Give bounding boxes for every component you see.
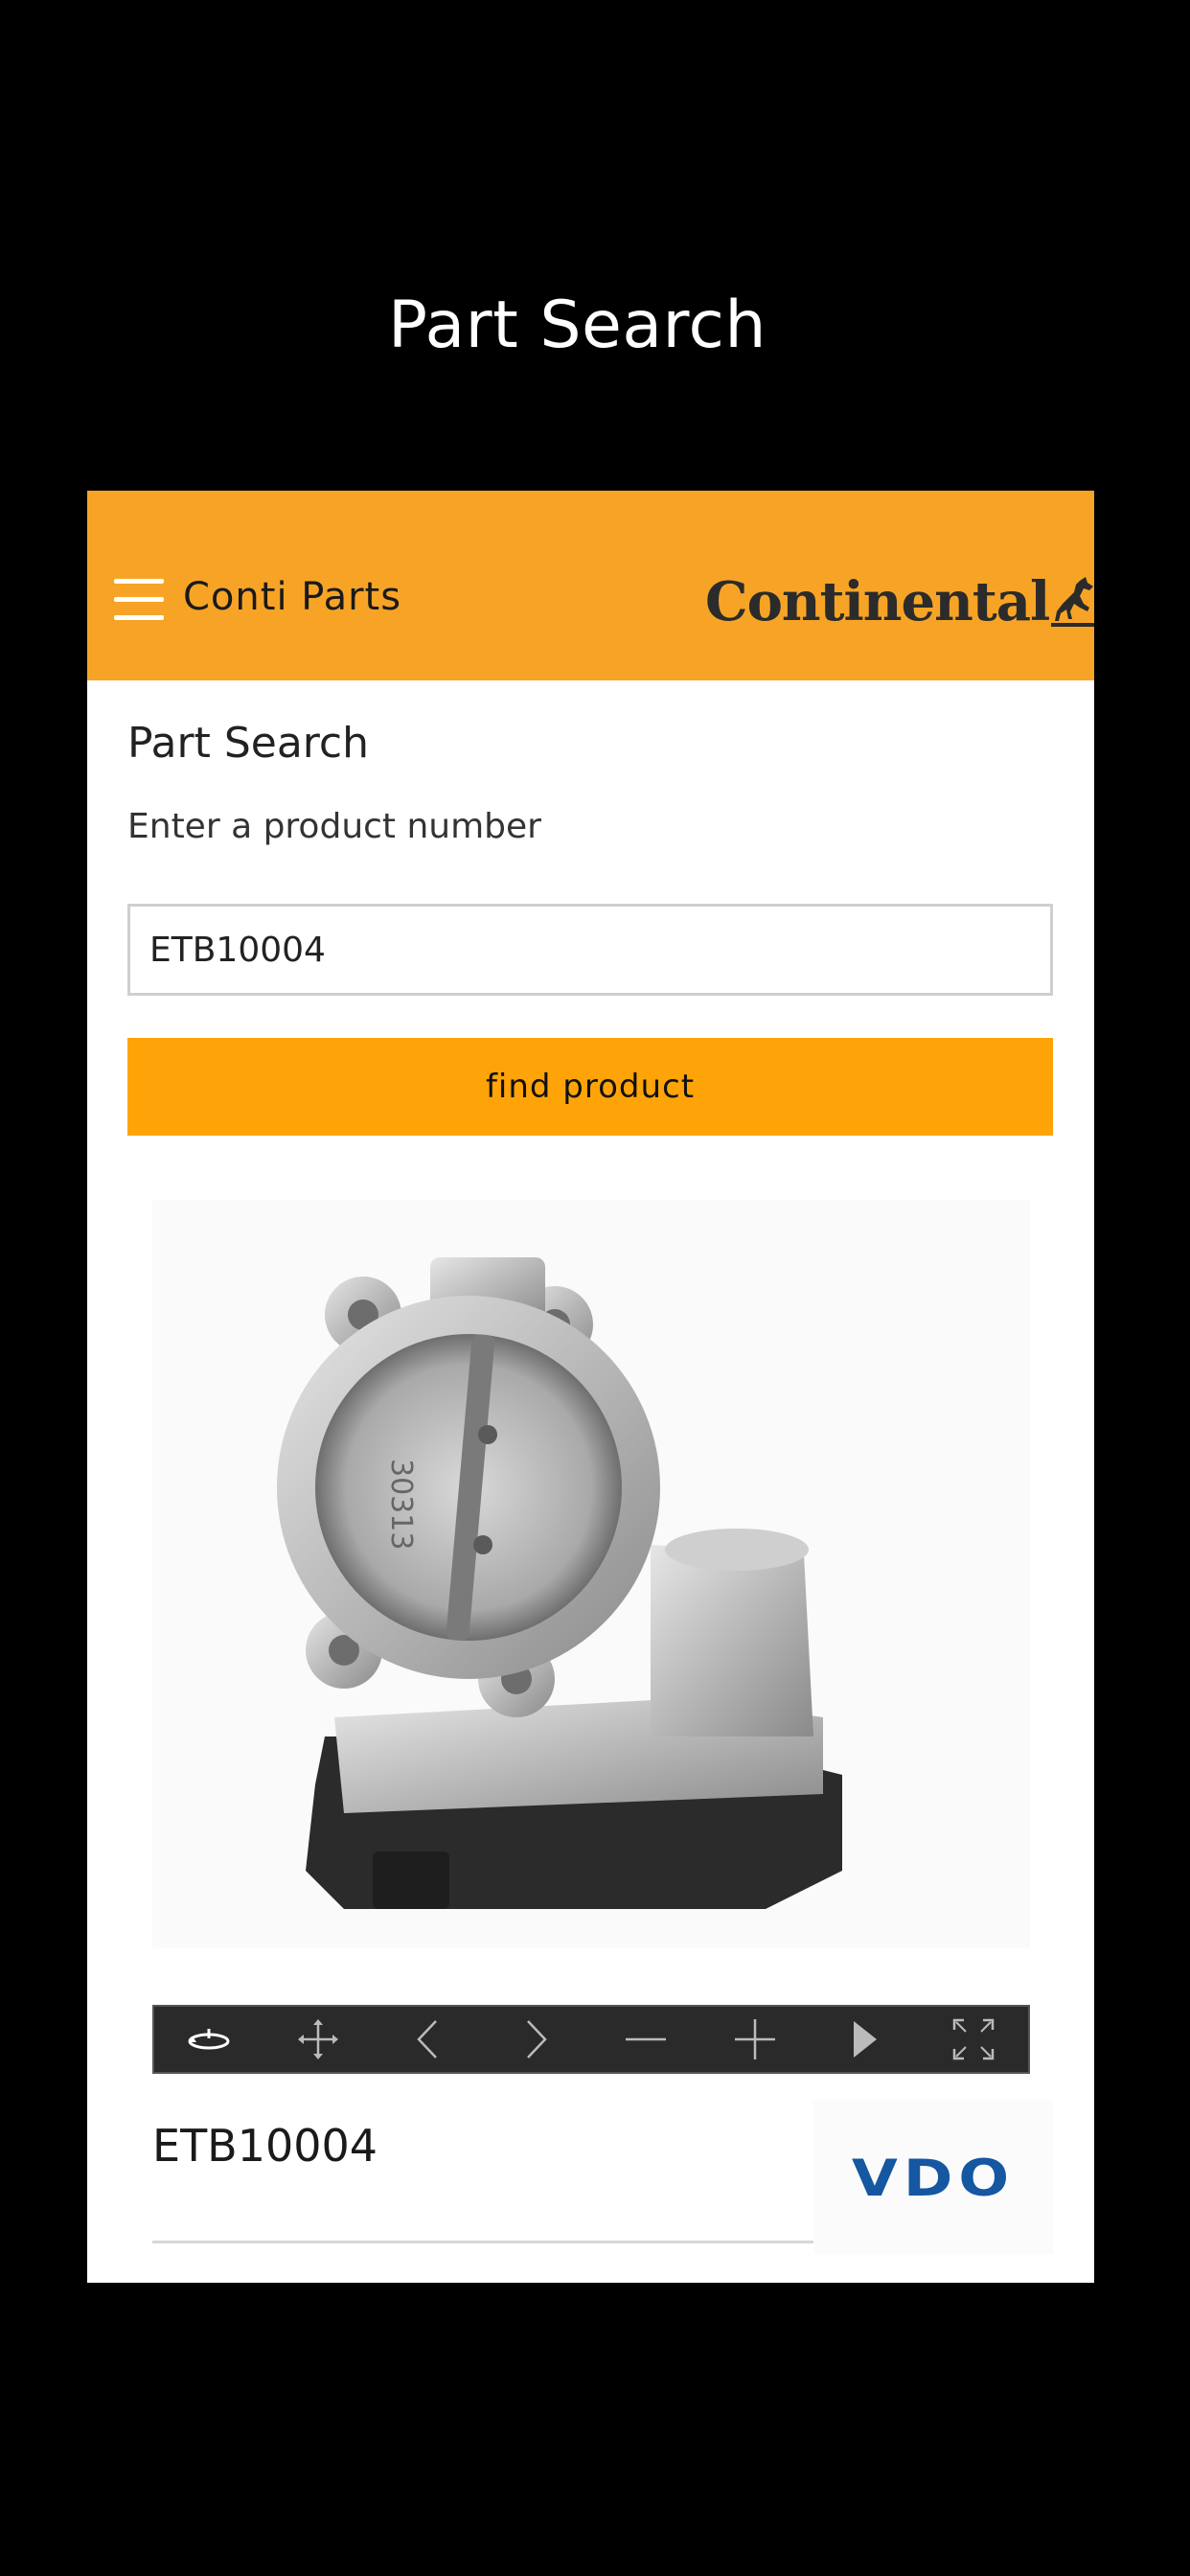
section-title: Part Search [127,719,370,768]
zoom-in-icon[interactable] [717,2007,793,2072]
chevron-left-icon[interactable] [389,2007,466,2072]
section-subtitle: Enter a product number [127,807,541,846]
svg-text:30313: 30313 [384,1459,418,1550]
screen: Part Search Conti Parts Continental Part… [0,0,1190,2576]
vdo-logo: VDO [813,2101,1053,2254]
rotate-icon[interactable] [171,2007,247,2072]
find-product-button[interactable]: find product [127,1038,1053,1136]
app-frame: Conti Parts Continental Part Search Ente… [87,491,1094,2283]
zoom-out-icon[interactable] [607,2007,684,2072]
result-row[interactable]: ETB10004 VDO [152,2101,1053,2254]
app-header: Conti Parts Continental [87,491,1094,680]
hamburger-menu-icon[interactable] [114,579,164,621]
viewer-toolbar [152,2005,1030,2074]
screen-title: Part Search [388,288,767,363]
fullscreen-icon[interactable] [935,2007,1012,2072]
continental-logo: Continental [705,567,1094,636]
continental-logo-text: Continental [705,570,1050,633]
product-number-input[interactable] [127,904,1053,996]
chevron-right-icon[interactable] [498,2007,575,2072]
divider [152,2241,813,2243]
result-product-number: ETB10004 [152,2120,378,2172]
app-name: Conti Parts [183,575,402,619]
play-icon[interactable] [826,2007,903,2072]
move-icon[interactable] [280,2007,356,2072]
product-image: 30313 [152,1200,1030,1947]
vdo-logo-text: VDO [851,2147,1016,2208]
throttle-body-image: 30313 [277,1257,842,1909]
horse-icon [1051,577,1094,627]
